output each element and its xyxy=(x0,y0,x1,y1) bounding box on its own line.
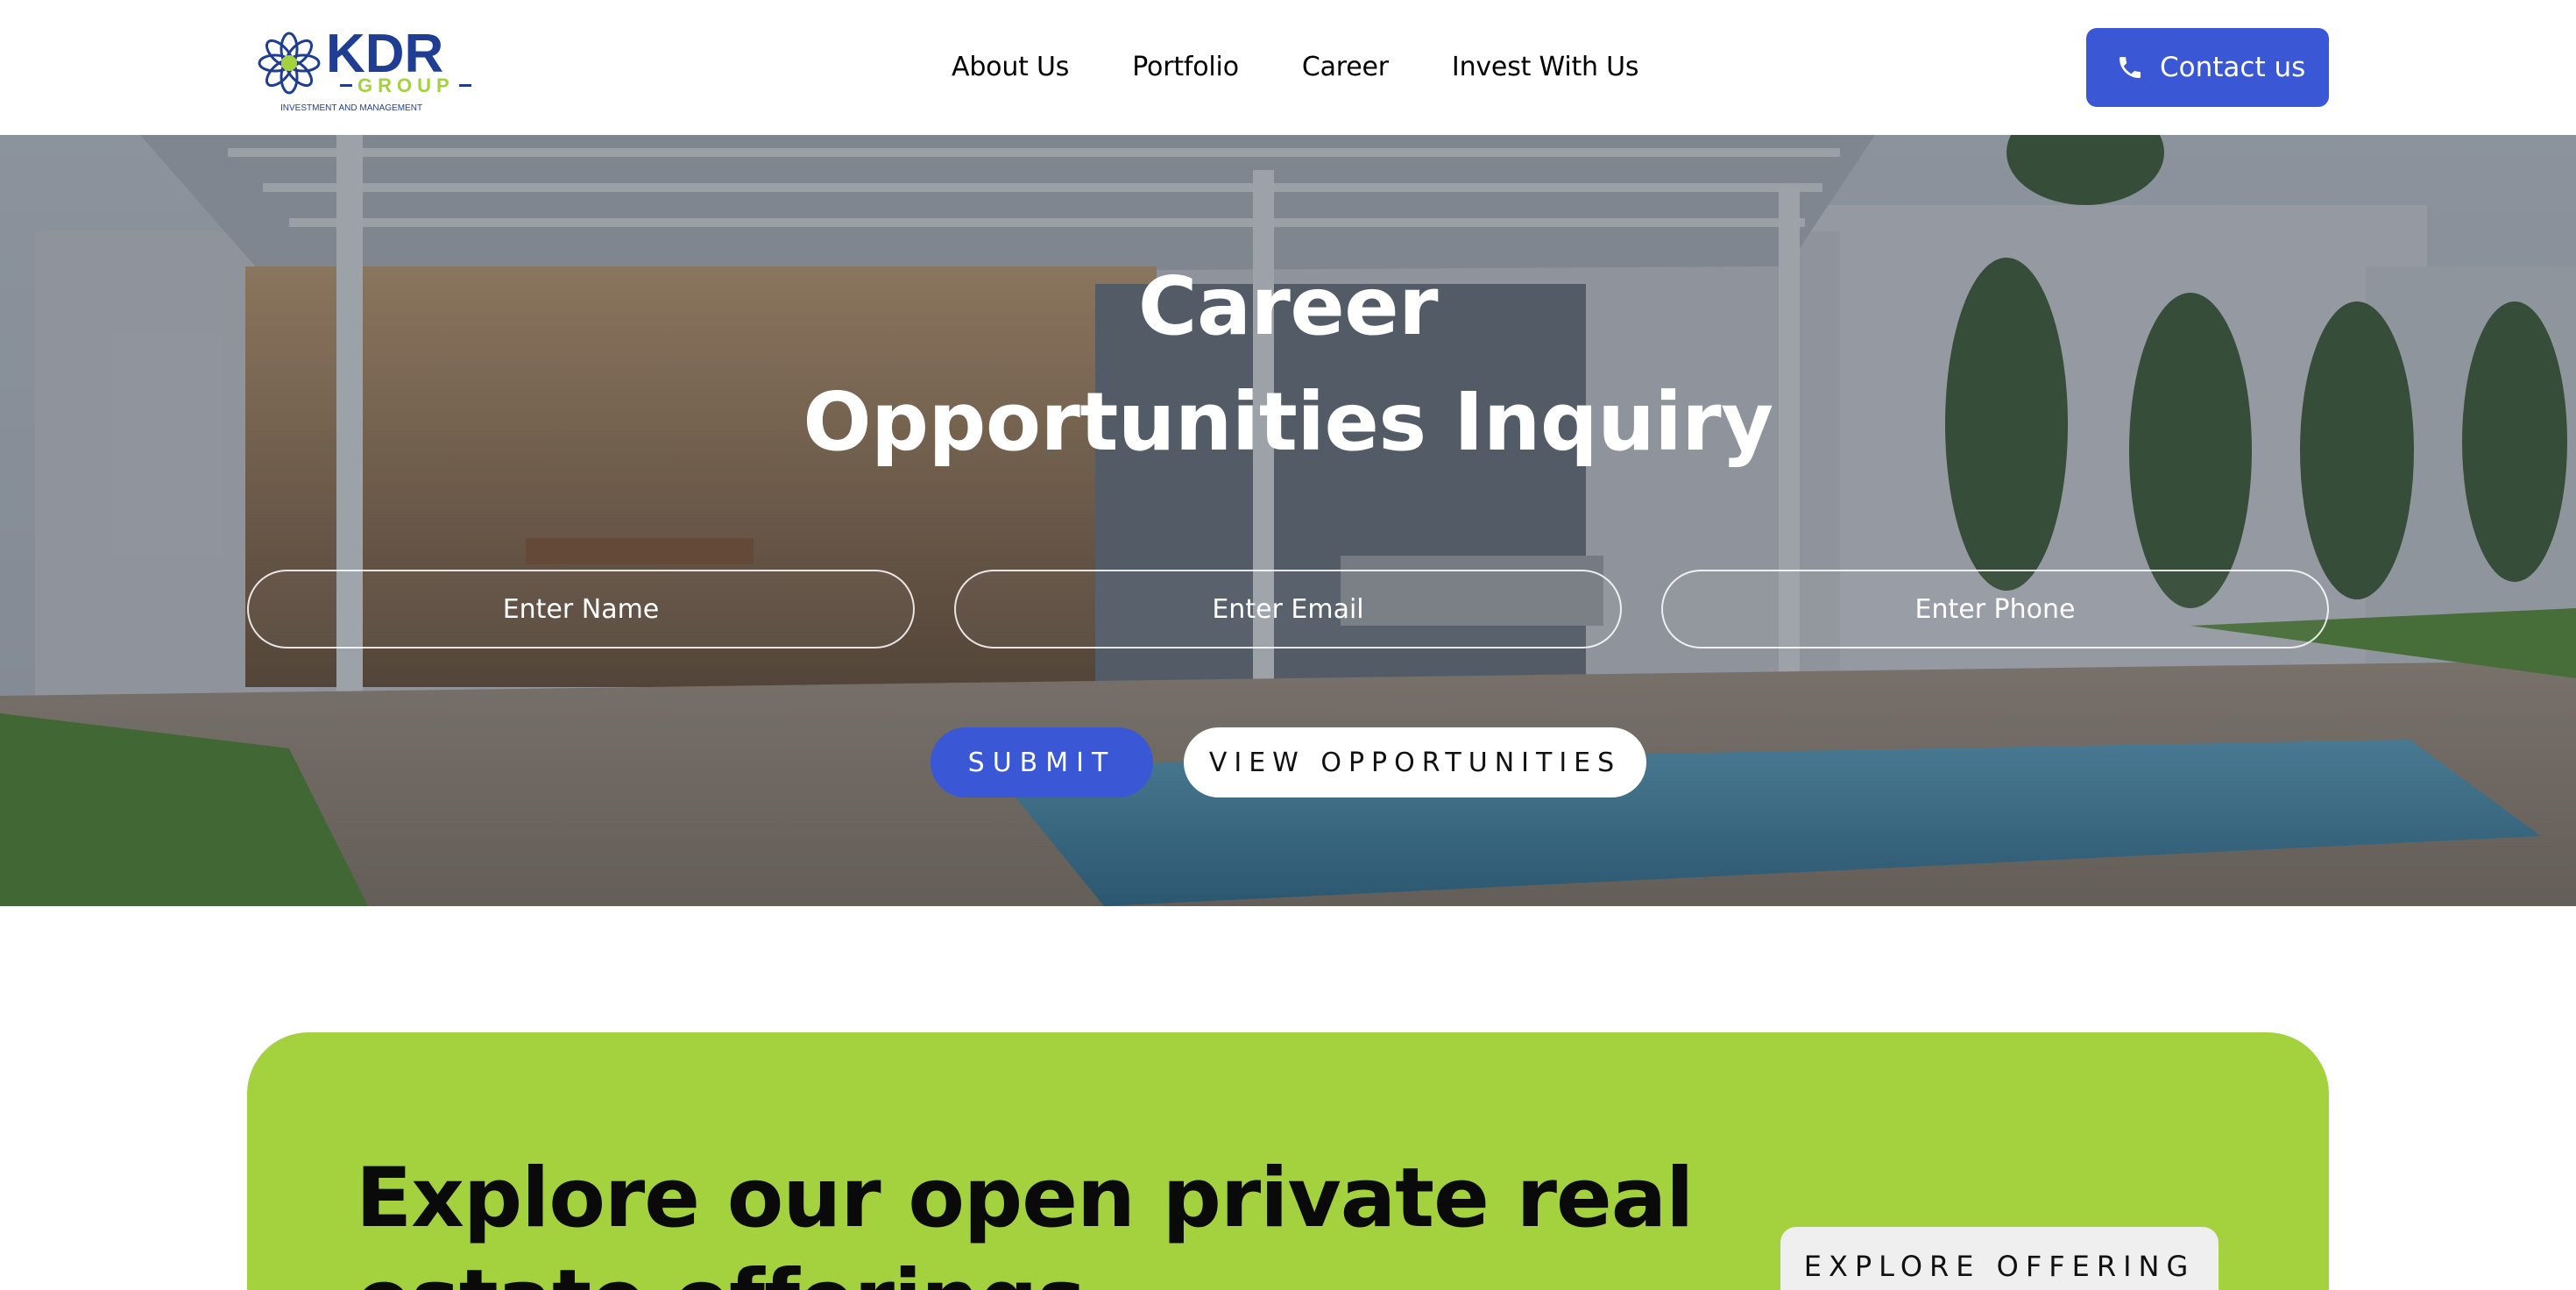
nav-portfolio[interactable]: Portfolio xyxy=(1132,52,1239,82)
logo-mark: KDR GROUP INVESTMENT AND MANAGEMENT xyxy=(258,24,471,113)
name-field-placeholder: Enter Name xyxy=(502,593,660,625)
nav-invest-with-us[interactable]: Invest With Us xyxy=(1452,52,1639,82)
logo-tagline: INVESTMENT AND MANAGEMENT xyxy=(280,103,422,113)
email-field[interactable]: Enter Email xyxy=(954,570,1622,649)
hero-section: Career Opportunities Inquiry Enter Name … xyxy=(0,135,2576,906)
submit-button[interactable]: SUBMIT xyxy=(931,727,1153,797)
email-field-placeholder: Enter Email xyxy=(1212,593,1364,625)
hero-title: Career Opportunities Inquiry xyxy=(0,249,2576,480)
explore-offering-button[interactable]: EXPLORE OFFERING xyxy=(1780,1227,2219,1290)
phone-icon xyxy=(2120,57,2141,78)
offerings-title: Explore our open private real estate off… xyxy=(356,1151,1694,1290)
hero-title-line-1: Career xyxy=(1137,259,1439,353)
nav-about-us[interactable]: About Us xyxy=(952,52,1069,82)
name-field[interactable]: Enter Name xyxy=(247,570,915,649)
main-nav: About Us Portfolio Career Invest With Us xyxy=(952,49,1639,84)
hero-title-line-2: Opportunities Inquiry xyxy=(803,375,1773,469)
contact-us-label: Contact us xyxy=(2160,52,2306,83)
nav-career[interactable]: Career xyxy=(1302,52,1389,82)
view-opportunities-button[interactable]: VIEW OPPORTUNITIES xyxy=(1184,727,1646,797)
logo-group-text: GROUP xyxy=(357,74,455,96)
phone-field-placeholder: Enter Phone xyxy=(1914,593,2076,625)
site-header: KDR GROUP INVESTMENT AND MANAGEMENT Abou… xyxy=(0,0,2576,135)
offerings-card: Explore our open private real estate off… xyxy=(247,1032,2329,1290)
phone-field[interactable]: Enter Phone xyxy=(1661,570,2329,649)
contact-us-button[interactable]: Contact us xyxy=(2086,28,2329,107)
kdr-group-logo[interactable]: KDR GROUP INVESTMENT AND MANAGEMENT xyxy=(256,23,475,117)
